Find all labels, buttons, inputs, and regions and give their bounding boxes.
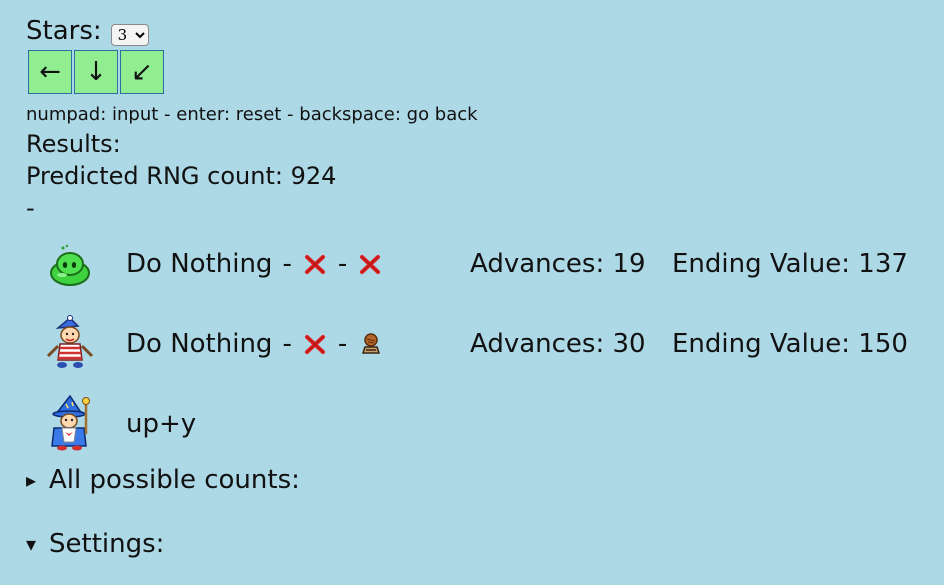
disclosure-collapsed-icon: ▸ — [26, 468, 37, 492]
red-x-icon — [302, 331, 328, 357]
blue-wizard-icon — [40, 394, 100, 454]
action-dash: - — [282, 329, 292, 359]
brown-item-icon — [357, 331, 383, 357]
advances-value: Advances: 30 — [470, 329, 646, 359]
red-x-icon — [302, 251, 328, 277]
settings-toggle[interactable]: ▾ Settings: — [26, 528, 164, 560]
action-dash: - — [337, 249, 348, 279]
result-row: up+y — [0, 394, 944, 454]
results-separator: - — [26, 194, 35, 222]
ending-value: Ending Value: 137 — [672, 249, 908, 279]
result-row: Do Nothing - - Advances: 30 Ending Value… — [0, 314, 944, 374]
result-action: Do Nothing - - — [126, 328, 383, 360]
arrow-down-button[interactable]: ↓ — [74, 50, 118, 94]
action-label: Do Nothing — [126, 329, 273, 359]
all-counts-toggle[interactable]: ▸ All possible counts: — [26, 464, 300, 496]
disclosure-expanded-icon: ▾ — [26, 532, 37, 556]
settings-label: Settings: — [49, 529, 165, 559]
stars-row: Stars: 3 — [26, 14, 149, 48]
result-action: Do Nothing - - — [126, 248, 383, 280]
keyboard-help-text: numpad: input - enter: reset - backspace… — [26, 104, 478, 125]
clown-character-icon — [40, 314, 100, 374]
predicted-rng-count: Predicted RNG count: 924 — [26, 162, 337, 190]
action-label: up+y — [126, 409, 197, 439]
advances-value: Advances: 19 — [470, 249, 646, 279]
action-label: Do Nothing — [126, 249, 273, 279]
stars-label: Stars: — [26, 16, 102, 46]
results-heading: Results: — [26, 130, 121, 158]
page: Stars: 3 ← ↓ ↙ numpad: input - enter: re… — [0, 0, 944, 585]
result-action: up+y — [126, 408, 196, 440]
action-dash: - — [337, 329, 348, 359]
ending-value: Ending Value: 150 — [672, 329, 908, 359]
stars-select[interactable]: 3 — [110, 24, 149, 46]
green-slime-icon — [40, 234, 100, 294]
arrow-left-button[interactable]: ← — [28, 50, 72, 94]
all-counts-label: All possible counts: — [49, 465, 300, 495]
arrow-down-left-button[interactable]: ↙ — [120, 50, 164, 94]
result-row: Do Nothing - - Advances: 19 Ending Value… — [0, 234, 944, 294]
arrow-button-row: ← ↓ ↙ — [28, 50, 164, 94]
action-dash: - — [282, 249, 292, 279]
red-x-icon — [357, 251, 383, 277]
